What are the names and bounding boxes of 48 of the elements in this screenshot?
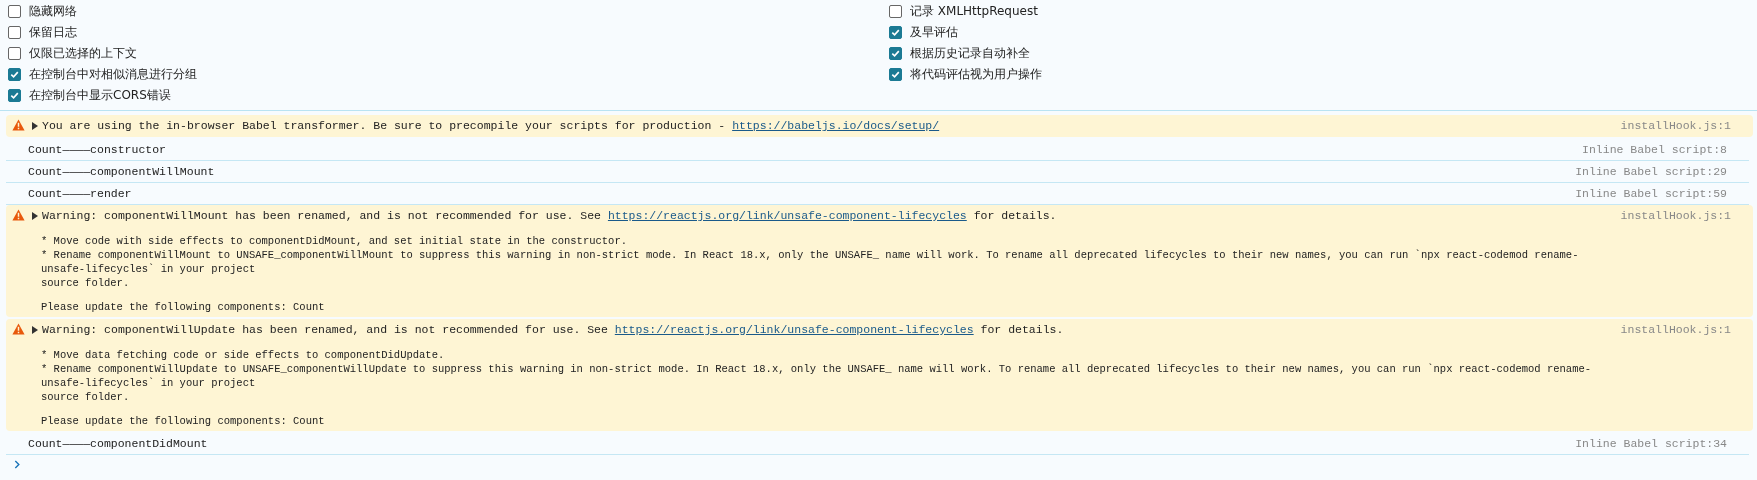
setting-label: 隐藏网络 (29, 3, 77, 20)
message-line: Please update the following components: Count (41, 300, 326, 314)
message-line: Please update the following components: Count (41, 414, 326, 428)
checkbox[interactable] (889, 47, 902, 60)
source-link[interactable]: installHook.js:1 (1620, 207, 1753, 224)
source-link[interactable]: Inline Babel script:29 (1575, 163, 1749, 180)
checkbox[interactable] (8, 5, 21, 18)
setting-label: 仅限已选择的上下文 (29, 45, 137, 62)
message-line: * Move code with side effects to componentDidMount, and set initial state in the constructor. (41, 234, 628, 248)
prompt-icon[interactable] (14, 460, 21, 469)
warning-icon (12, 209, 25, 221)
warning-icon (12, 323, 25, 335)
source-link[interactable]: installHook.js:1 (1620, 321, 1753, 338)
source-link[interactable]: Inline Babel script:8 (1582, 141, 1749, 158)
setting-label: 及早评估 (910, 24, 958, 41)
setting-label: 根据历史记录自动补全 (910, 45, 1030, 62)
setting-label: 将代码评估视为用户操作 (910, 66, 1042, 83)
expand-icon[interactable] (32, 325, 38, 334)
message-text: You are using the in-browser Babel transformer. Be sure to precompile your scripts for production - https://babeljs.io/docs/setup/ (42, 118, 940, 134)
log-text: Count————componentDidMount (28, 436, 209, 452)
checkbox[interactable] (8, 89, 21, 102)
expand-icon[interactable] (32, 121, 38, 130)
link[interactable]: https://reactjs.org/link/unsafe-component-lifecycles (614, 323, 974, 336)
log-text: Count————componentWillMount (28, 164, 216, 180)
message-line: source folder. (41, 276, 131, 290)
setting-label: 在控制台中显示CORS错误 (29, 87, 171, 104)
message-line: * Move data fetching code or side effects to componentDidUpdate. (41, 348, 446, 362)
checkbox[interactable] (889, 26, 902, 39)
source-link[interactable]: Inline Babel script:34 (1575, 435, 1749, 452)
message-text: Warning: componentWillUpdate has been renamed, and is not recommended for use. See https://reactjs.org/link/unsafe-component-lifecycles for details. (42, 322, 1064, 338)
checkbox[interactable] (889, 68, 902, 81)
source-link[interactable]: installHook.js:1 (1620, 117, 1753, 134)
warning-icon (12, 119, 25, 131)
expand-icon[interactable] (32, 211, 38, 220)
log-text: Count————render (28, 186, 133, 202)
checkbox[interactable] (8, 68, 21, 81)
checkbox[interactable] (8, 47, 21, 60)
checkbox[interactable] (8, 26, 21, 39)
checkbox[interactable] (889, 5, 902, 18)
link[interactable]: https://babeljs.io/docs/setup/ (732, 119, 940, 132)
setting-label: 记录 XMLHttpRequest (910, 3, 1038, 20)
setting-label: 在控制台中对相似消息进行分组 (29, 66, 197, 83)
message-line: source folder. (41, 390, 131, 404)
source-link[interactable]: Inline Babel script:59 (1575, 185, 1749, 202)
log-text: Count————constructor (28, 142, 168, 158)
link[interactable]: https://reactjs.org/link/unsafe-component-lifecycles (607, 209, 967, 222)
message-text: Warning: componentWillMount has been renamed, and is not recommended for use. See https://reactjs.org/link/unsafe-component-lifecycles for details. (42, 208, 1057, 224)
setting-label: 保留日志 (29, 24, 77, 41)
